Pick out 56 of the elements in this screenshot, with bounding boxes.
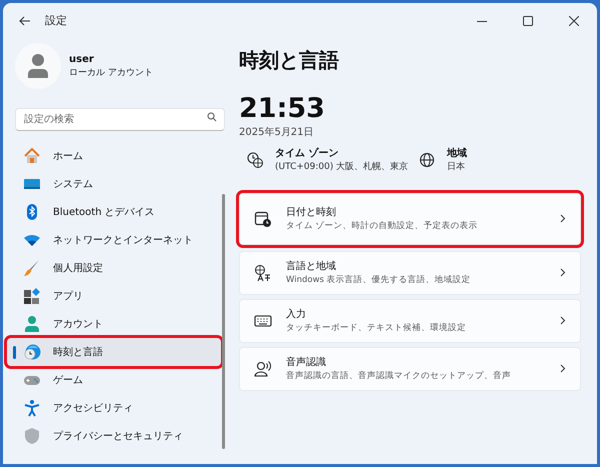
card-title: 言語と地域 <box>286 260 337 274</box>
nav-item[interactable]: 個人用設定 <box>15 254 221 282</box>
chevron-right-icon <box>560 316 566 325</box>
user-name: user <box>69 52 95 67</box>
card-subtitle: タッチキーボード、テキスト候補、環境設定 <box>286 322 467 334</box>
calendar-clock-icon <box>254 210 272 228</box>
minimize-icon <box>477 20 487 22</box>
back-icon <box>19 16 31 26</box>
card-title: 日付と時刻 <box>286 206 337 220</box>
selection-indicator <box>13 346 16 359</box>
nav-item[interactable]: アプリ <box>15 282 221 310</box>
person-icon <box>27 54 49 78</box>
clock-globe-icon <box>247 152 263 168</box>
card-subtitle: 音声認識の言語、音声認識マイクのセットアップ、音声 <box>286 370 512 382</box>
account-type: ローカル アカウント <box>69 66 153 80</box>
nav-item[interactable]: 時刻と言語 <box>7 338 221 366</box>
current-date: 2025年5月21日 <box>239 126 315 140</box>
settings-card[interactable]: 入力 タッチキーボード、テキスト候補、環境設定 <box>239 298 581 342</box>
card-subtitle: Windows 表示言語、優先する言語、地域設定 <box>286 274 472 286</box>
person-icon <box>23 315 41 333</box>
info-label: タイム ゾーン <box>275 146 340 161</box>
nav-item[interactable]: ホーム <box>15 142 221 170</box>
nav-item[interactable]: アクセシビリティ <box>15 394 221 422</box>
close-icon <box>569 16 579 26</box>
scrollbar[interactable] <box>222 194 225 449</box>
nav-item[interactable]: プライバシーとセキュリティ <box>15 422 221 450</box>
maximize-icon <box>523 16 533 26</box>
card-title: 入力 <box>286 308 307 322</box>
info-value: 日本 <box>447 161 466 174</box>
nav-item[interactable]: アカウント <box>15 310 221 338</box>
page-title: 時刻と言語 <box>239 47 340 74</box>
card-title: 音声認識 <box>286 356 327 370</box>
nav-item[interactable]: ネットワークとインターネット <box>15 226 221 254</box>
globe-icon <box>419 152 435 168</box>
chevron-right-icon <box>560 214 566 223</box>
card-subtitle: タイム ゾーン、時計の自動設定、予定表の表示 <box>286 220 479 232</box>
settings-card[interactable]: 音声認識 音声認識の言語、音声認識マイクのセットアップ、音声 <box>239 346 581 390</box>
shield-icon <box>23 427 41 445</box>
current-time: 21:53 <box>239 93 326 125</box>
language-icon <box>254 264 272 282</box>
search-icon <box>207 112 217 122</box>
nav-item[interactable]: ゲーム <box>15 366 221 394</box>
globe-clock-icon <box>23 343 41 361</box>
info-value: (UTC+09:00) 大阪、札幌、東京 <box>275 161 408 174</box>
settings-card[interactable]: 言語と地域 Windows 表示言語、優先する言語、地域設定 <box>239 250 581 294</box>
info-label: 地域 <box>447 146 467 161</box>
nav-item[interactable]: システム <box>15 170 221 198</box>
person-voice-icon <box>254 360 272 378</box>
apps-icon <box>23 287 41 305</box>
window-title: 設定 <box>45 12 67 29</box>
chevron-right-icon <box>560 364 566 373</box>
search-field[interactable]: 設定の検索 <box>15 108 225 131</box>
house-icon <box>23 147 41 165</box>
chevron-right-icon <box>560 268 566 277</box>
nav-item[interactable]: Bluetooth とデバイス <box>15 198 221 226</box>
accessibility-icon <box>23 399 41 417</box>
